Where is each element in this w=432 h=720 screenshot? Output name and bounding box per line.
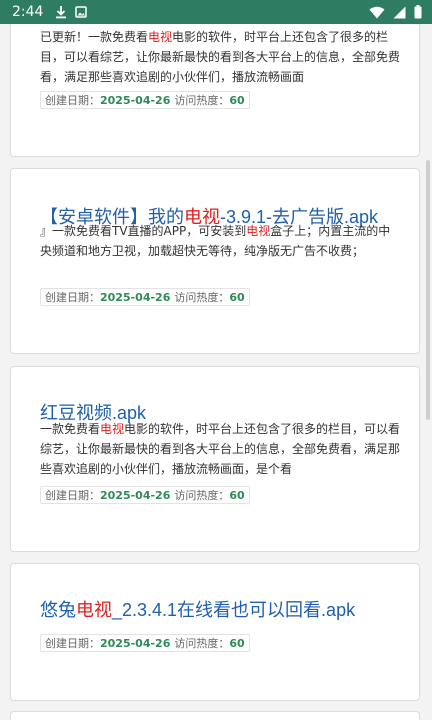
created-date: 2025-04-26 bbox=[100, 290, 171, 304]
result-description: 』一款免费看TV直播的APP，可安装到电视盒子上；内置主流的中央频道和地方卫视，… bbox=[40, 224, 391, 258]
result-card[interactable]: 【安卓软件】我的电视-3.9.1-去广告版.apk 』一款免费看TV直播的APP… bbox=[10, 168, 420, 354]
scrollbar-thumb[interactable] bbox=[426, 160, 430, 420]
result-meta: 创建日期： 2025-04-26 访问热度： 60 bbox=[40, 91, 250, 109]
photo-icon bbox=[75, 6, 88, 18]
created-date: 2025-04-26 bbox=[100, 636, 171, 650]
wifi-icon bbox=[369, 6, 385, 19]
result-title-link[interactable]: 悠兔电视_2.3.4.1在线看也可以回看.apk bbox=[40, 596, 355, 622]
result-card[interactable] bbox=[10, 711, 420, 720]
result-meta: 创建日期： 2025-04-26 访问热度： 60 bbox=[40, 634, 250, 652]
visit-heat: 60 bbox=[229, 488, 245, 502]
visit-heat: 60 bbox=[229, 636, 245, 650]
result-meta: 创建日期： 2025-04-26 访问热度： 60 bbox=[40, 486, 250, 504]
visit-heat: 60 bbox=[229, 93, 245, 107]
battery-icon bbox=[414, 5, 422, 19]
status-bar: 2:44 bbox=[0, 0, 432, 24]
created-date: 2025-04-26 bbox=[100, 93, 171, 107]
result-meta: 创建日期： 2025-04-26 访问热度： 60 bbox=[40, 288, 250, 306]
result-card[interactable]: 悠兔电视_2.3.4.1在线看也可以回看.apk 创建日期： 2025-04-2… bbox=[10, 563, 420, 701]
results-list: 已更新！一款免费看电视电影的软件，时平台上还包含了很多的栏目，可以看综艺，让你最… bbox=[0, 0, 432, 720]
status-time: 2:44 bbox=[12, 4, 44, 20]
download-icon bbox=[55, 5, 67, 19]
result-description: 一款免费看电视电影的软件，时平台上还包含了很多的栏目，可以看综艺，让你最新最快的… bbox=[40, 422, 401, 476]
result-card[interactable]: 红豆视频.apk 一款免费看电视电影的软件，时平台上还包含了很多的栏目，可以看综… bbox=[10, 366, 420, 552]
signal-icon bbox=[393, 6, 406, 19]
created-date: 2025-04-26 bbox=[100, 488, 171, 502]
result-description: 已更新！一款免费看电视电影的软件，时平台上还包含了很多的栏目，可以看综艺，让你最… bbox=[40, 30, 401, 84]
visit-heat: 60 bbox=[229, 290, 245, 304]
